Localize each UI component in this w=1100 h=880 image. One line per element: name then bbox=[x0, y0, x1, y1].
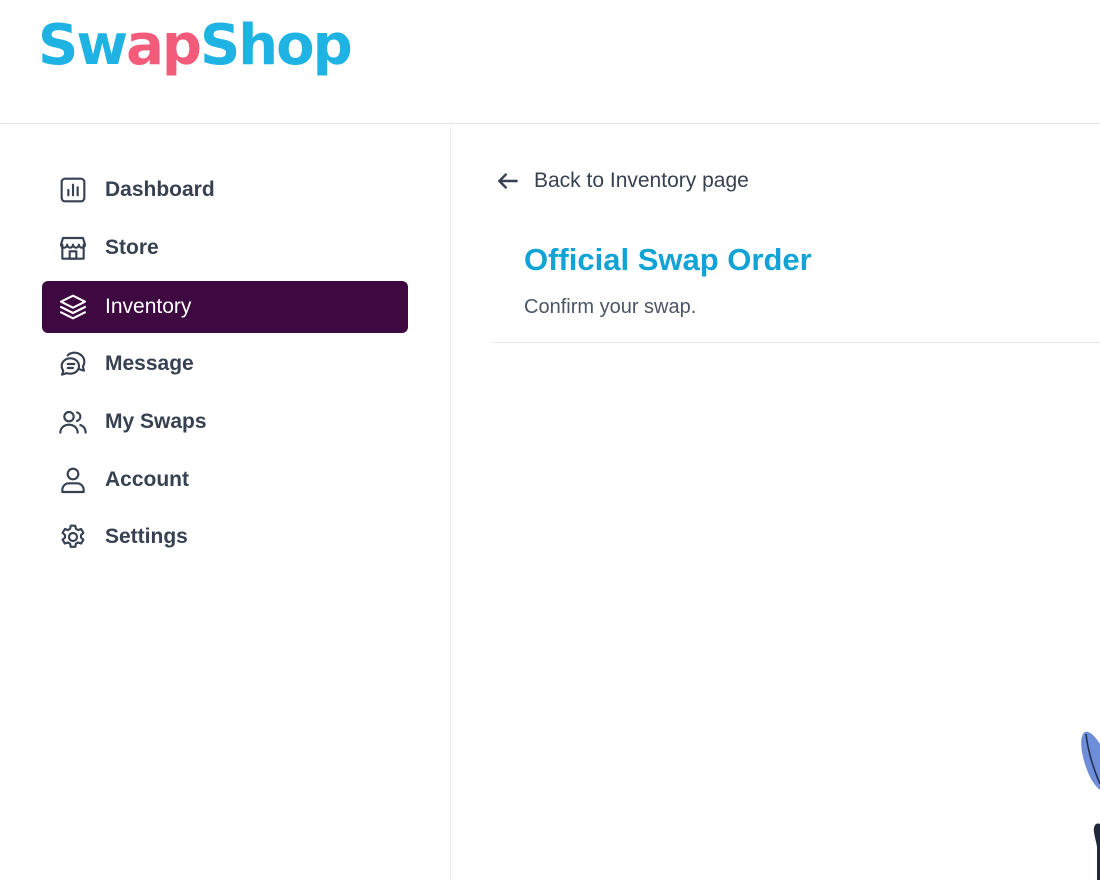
main-content: Back to Inventory page Official Swap Ord… bbox=[451, 124, 1100, 880]
swapshop-logo[interactable]: SwapShop bbox=[38, 6, 353, 86]
logo-text-shop: Shop bbox=[199, 13, 353, 78]
page-subtitle: Confirm your swap. bbox=[524, 296, 697, 318]
sidebar-item-label: Settings bbox=[105, 525, 188, 548]
back-to-inventory-link[interactable]: Back to Inventory page bbox=[495, 168, 749, 194]
sidebar-item-settings[interactable]: Settings bbox=[42, 511, 408, 563]
sidebar-item-label: Inventory bbox=[105, 295, 192, 318]
sidebar-item-message[interactable]: Message bbox=[42, 338, 408, 390]
sidebar-item-label: Dashboard bbox=[105, 178, 215, 201]
logo-text-sw: Sw bbox=[38, 13, 128, 78]
sidebar-item-store[interactable]: Store bbox=[42, 222, 408, 274]
arrow-left-icon bbox=[498, 173, 518, 189]
chat-bubbles-icon bbox=[57, 348, 89, 380]
header-divider bbox=[492, 342, 1100, 343]
sidebar: Dashboard Store Inventory Message My Swa… bbox=[0, 124, 451, 880]
layers-icon bbox=[57, 291, 89, 323]
page-title: Official Swap Order bbox=[524, 242, 812, 277]
decorative-illustration bbox=[1081, 731, 1100, 880]
gear-icon bbox=[57, 521, 89, 553]
sidebar-item-label: Store bbox=[105, 236, 159, 259]
sidebar-item-dashboard[interactable]: Dashboard bbox=[42, 164, 408, 216]
app-header: SwapShop bbox=[0, 0, 1100, 124]
user-icon bbox=[57, 464, 89, 496]
sidebar-item-inventory[interactable]: Inventory bbox=[42, 281, 408, 333]
bar-chart-icon bbox=[57, 174, 89, 206]
sidebar-item-label: Message bbox=[105, 352, 194, 375]
logo-swap-mark: ap bbox=[126, 13, 202, 78]
users-icon bbox=[57, 406, 89, 438]
sidebar-item-my-swaps[interactable]: My Swaps bbox=[42, 396, 408, 448]
storefront-icon bbox=[57, 232, 89, 264]
sidebar-item-label: Account bbox=[105, 468, 189, 491]
back-link-label: Back to Inventory page bbox=[534, 169, 749, 192]
sidebar-item-account[interactable]: Account bbox=[42, 454, 408, 506]
sidebar-item-label: My Swaps bbox=[105, 410, 207, 433]
